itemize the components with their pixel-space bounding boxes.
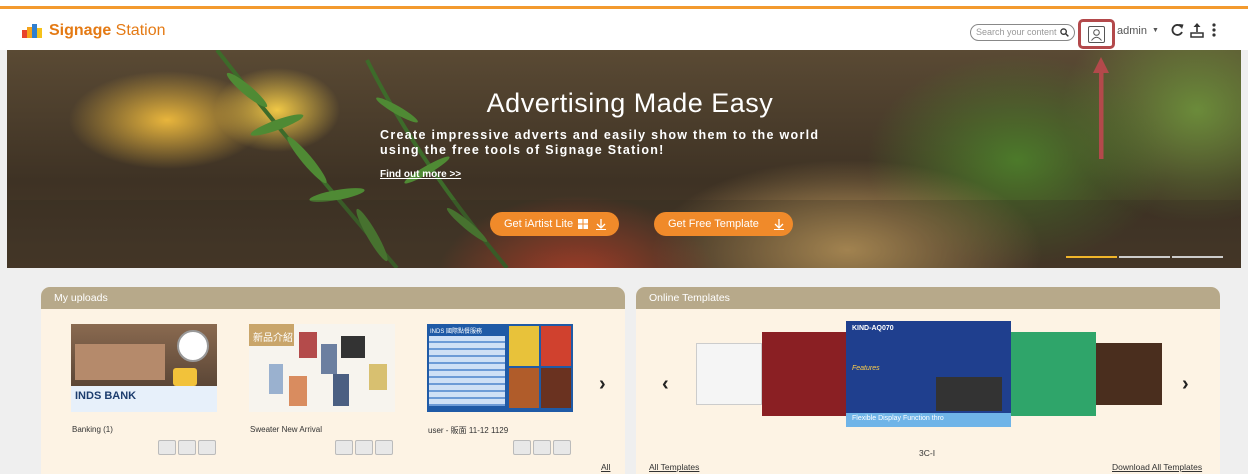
- user-icon: [1088, 26, 1105, 43]
- get-free-template-label: Get Free Template: [668, 218, 759, 230]
- upload-1-remove-button[interactable]: [178, 440, 196, 455]
- upload-2-remove-button[interactable]: [355, 440, 373, 455]
- slide-indicator-1[interactable]: [1066, 256, 1117, 258]
- online-templates-panel: Online Templates ‹ KIND-AQ070 Features F…: [636, 287, 1220, 474]
- chevron-left-icon[interactable]: ‹: [662, 373, 669, 396]
- app-title: Signage Station: [49, 22, 166, 39]
- featured-template-title: KIND-AQ070: [852, 325, 894, 332]
- hero-title: Advertising Made Easy: [486, 88, 774, 118]
- get-free-template-button[interactable]: Get Free Template: [654, 212, 793, 236]
- template-thumbnail-right-2[interactable]: [1096, 343, 1162, 405]
- get-iartist-lite-button[interactable]: Get iArtist Lite: [490, 212, 619, 236]
- thumbnail-sweater-title: 新品介紹: [253, 333, 293, 344]
- search-icon[interactable]: [1060, 28, 1069, 37]
- search-placeholder: Search your content: [976, 27, 1057, 37]
- upload-label-2: Sweater New Arrival: [250, 425, 323, 434]
- upload-label-3: user - 販面 11-12 1129: [428, 426, 509, 435]
- upload-3-share-button[interactable]: [553, 440, 571, 455]
- rosemary-illustration: [7, 50, 1241, 268]
- app-logo[interactable]: Signage Station: [22, 22, 166, 40]
- header: Signage Station Search your content admi…: [0, 9, 1248, 50]
- upload-1-share-button[interactable]: [198, 440, 216, 455]
- upload-thumbnail-3[interactable]: INDS 國際點餐服務: [427, 324, 573, 412]
- hero-subtitle: Create impressive adverts and easily sho…: [380, 128, 820, 157]
- upload-2-preview-button[interactable]: [335, 440, 353, 455]
- upload-label-1: Banking (1): [72, 425, 113, 434]
- upload-3-preview-button[interactable]: [513, 440, 531, 455]
- template-thumbnail-right-1[interactable]: [1011, 332, 1096, 416]
- download-all-templates-link[interactable]: Download All Templates: [1112, 462, 1202, 472]
- more-icon[interactable]: [1210, 22, 1218, 38]
- upload-1-preview-button[interactable]: [158, 440, 176, 455]
- user-account-button[interactable]: [1078, 19, 1115, 49]
- upload-2-share-button[interactable]: [375, 440, 393, 455]
- featured-template-heading: Features: [852, 365, 880, 372]
- refresh-icon[interactable]: [1170, 22, 1184, 38]
- all-templates-link[interactable]: All Templates: [649, 462, 699, 472]
- upload-thumbnail-2[interactable]: 新品介紹: [249, 324, 395, 412]
- download-arrow-icon: [773, 219, 784, 230]
- slide-indicator-2[interactable]: [1119, 256, 1170, 258]
- thumbnail-menu-title: INDS 國際點餐服務: [430, 329, 483, 335]
- template-thumbnail-left-1[interactable]: [762, 332, 847, 416]
- chevron-down-icon[interactable]: ▼: [1152, 27, 1159, 34]
- windows-icon: [578, 219, 589, 229]
- featured-template-footer: Flexible Display Function thro: [852, 415, 944, 422]
- username-label[interactable]: admin: [1117, 25, 1147, 37]
- upload-icon[interactable]: [1190, 22, 1204, 38]
- annotation-arrow-icon: [1093, 57, 1109, 159]
- download-arrow-icon: [596, 219, 607, 230]
- upload-3-remove-button[interactable]: [533, 440, 551, 455]
- my-uploads-title: My uploads: [41, 287, 625, 309]
- search-input[interactable]: Search your content: [970, 24, 1075, 41]
- logo-icon: [22, 24, 42, 38]
- thumbnail-bank-title: INDS BANK: [75, 390, 137, 402]
- all-uploads-link[interactable]: All: [601, 462, 610, 472]
- online-templates-title: Online Templates: [636, 287, 1220, 309]
- chevron-right-icon[interactable]: ›: [599, 373, 606, 396]
- hero-banner[interactable]: Advertising Made Easy Create impressive …: [7, 50, 1241, 268]
- template-thumbnail-featured[interactable]: KIND-AQ070 Features Flexible Display Fun…: [846, 321, 1011, 427]
- my-uploads-panel: My uploads INDS BANK Banking (1) 新品介紹 Sw…: [41, 287, 625, 474]
- upload-thumbnail-1[interactable]: INDS BANK: [71, 324, 217, 412]
- template-thumbnail-left-2[interactable]: [696, 343, 762, 405]
- top-accent-strip: [0, 0, 1248, 9]
- featured-template-caption: 3C-I: [919, 448, 936, 458]
- get-iartist-lite-label: Get iArtist Lite: [504, 218, 574, 230]
- chevron-right-icon[interactable]: ›: [1182, 373, 1189, 396]
- find-out-more-link[interactable]: Find out more >>: [380, 169, 461, 180]
- slide-indicator-3[interactable]: [1172, 256, 1223, 258]
